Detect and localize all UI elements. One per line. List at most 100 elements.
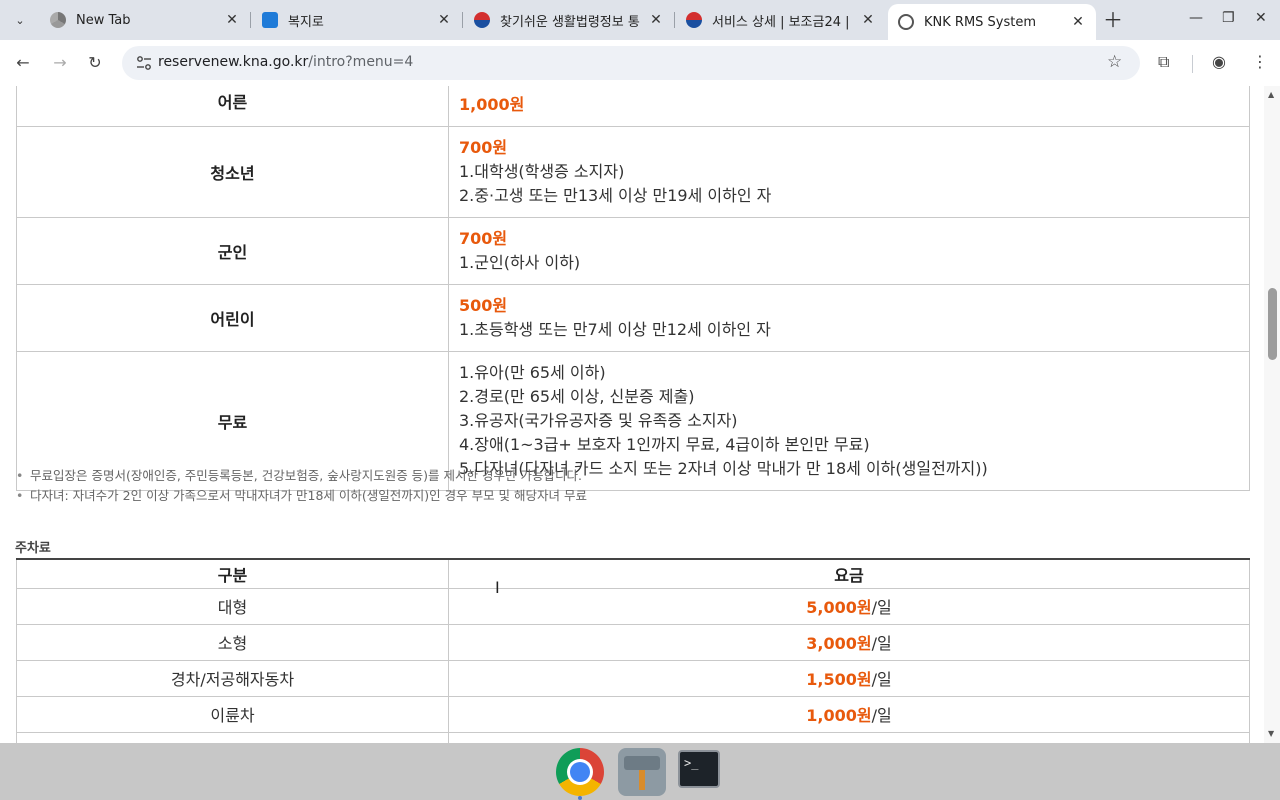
tab-divider: [462, 12, 463, 28]
table-row: 소형 3,000원/일: [16, 623, 1250, 661]
close-icon[interactable]: ✕: [860, 12, 876, 28]
price-text: 5,000원: [806, 598, 872, 617]
column-header: 구분: [16, 558, 449, 589]
page-scrollbar[interactable]: [1264, 86, 1280, 743]
window-close-icon[interactable]: ✕: [1255, 10, 1267, 26]
parking-price: [448, 731, 1250, 743]
tab-new-tab[interactable]: New Tab ✕: [40, 6, 250, 34]
back-icon[interactable]: ←: [13, 53, 33, 72]
running-indicator: [578, 796, 582, 800]
table-header-row: 구분 요금: [16, 558, 1250, 589]
eligibility-line: 3.유공자(국가유공자증 및 유족증 소지자): [459, 411, 738, 430]
admission-fee-table: 어른 1,000원 청소년 700원 1.대학생(학생증 소지자) 2.중·고생…: [16, 86, 1250, 491]
tab-knk-rms[interactable]: KNK RMS System ✕: [888, 4, 1096, 40]
globe-icon: [898, 14, 914, 30]
close-icon[interactable]: ✕: [224, 12, 240, 28]
fee-category: 어린이: [16, 284, 449, 352]
eligibility-line: 1.대학생(학생증 소지자): [459, 162, 625, 181]
note-item: 무료입장은 증명서(장애인증, 주민등록등본, 건강보험증, 숲사랑지도원증 등…: [16, 466, 587, 486]
price-text: 700원: [459, 229, 508, 248]
tab-divider: [250, 12, 251, 28]
scroll-down-icon[interactable]: ▼: [1268, 729, 1274, 738]
eligibility-line: 1.군인(하사 이하): [459, 253, 581, 272]
vehicle-type: 대형: [16, 587, 449, 625]
vehicle-type: 경차/저공해자동차: [16, 659, 449, 697]
fee-detail: 500원 1.초등학생 또는 만7세 이상 만12세 이하인 자: [448, 284, 1250, 352]
price-text: 1,500원: [806, 670, 872, 689]
fee-category: 청소년: [16, 126, 449, 218]
korea-gov-icon: [474, 12, 490, 28]
eligibility-line: 1.초등학생 또는 만7세 이상 만12세 이하인 자: [459, 320, 771, 339]
tab-bokjiro[interactable]: 복지로 ✕: [252, 6, 462, 34]
minimize-icon[interactable]: —: [1189, 10, 1203, 26]
maximize-icon[interactable]: ❐: [1222, 10, 1235, 26]
parking-price: 1,500원/일: [448, 659, 1250, 697]
eligibility-line: 1.유아(만 65세 이하): [459, 363, 606, 382]
terminal-app-icon[interactable]: >_: [678, 750, 720, 788]
vehicle-type: [16, 731, 449, 743]
scroll-up-icon[interactable]: ▲: [1268, 90, 1274, 99]
eligibility-line: 2.경로(만 65세 이상, 신분증 제출): [459, 387, 695, 406]
fee-detail: 700원 1.대학생(학생증 소지자) 2.중·고생 또는 만13세 이상 만1…: [448, 126, 1250, 218]
page-content: 어른 1,000원 청소년 700원 1.대학생(학생증 소지자) 2.중·고생…: [0, 86, 1264, 743]
price-text: 700원: [459, 138, 508, 157]
tools-app-icon[interactable]: [618, 748, 666, 796]
bokjiro-icon: [262, 12, 278, 28]
tab-search-button[interactable]: ⌄: [8, 8, 32, 32]
tab-strip: ⌄ New Tab ✕ 복지로 ✕ 찾기쉬운 생활법령정보 통 ✕ 서비스 상세…: [0, 0, 1280, 40]
note-item: 다자녀: 자녀수가 2인 이상 가족으로서 막내자녀가 만18세 이하(생일전까…: [16, 486, 587, 506]
table-row: [16, 731, 1250, 743]
table-row: 군인 700원 1.군인(하사 이하): [16, 217, 1250, 285]
forward-icon[interactable]: →: [50, 53, 70, 72]
tab-title: 찾기쉬운 생활법령정보 통: [500, 14, 640, 30]
close-icon[interactable]: ✕: [648, 12, 664, 28]
price-unit: /일: [871, 670, 892, 689]
parking-section-title: 주차료: [15, 541, 51, 556]
profile-icon[interactable]: ◉: [1212, 52, 1226, 71]
new-tab-button[interactable]: ＋: [1103, 10, 1123, 30]
parking-price: 5,000원/일: [448, 587, 1250, 625]
chrome-app-icon[interactable]: [556, 748, 604, 796]
toolbar-divider: [1192, 55, 1193, 73]
table-row: 청소년 700원 1.대학생(학생증 소지자) 2.중·고생 또는 만13세 이…: [16, 126, 1250, 218]
fee-notes: 무료입장은 증명서(장애인증, 주민등록등본, 건강보험증, 숲사랑지도원증 등…: [16, 466, 587, 506]
url-text[interactable]: reservenew.kna.go.kr/intro?menu=4: [158, 54, 413, 70]
site-settings-icon[interactable]: [136, 55, 152, 71]
vehicle-type: 소형: [16, 623, 449, 661]
hammer-icon: [624, 756, 660, 790]
tab-divider: [674, 12, 675, 28]
menu-icon[interactable]: ⋮: [1252, 52, 1268, 71]
bookmark-star-icon[interactable]: ☆: [1107, 52, 1122, 72]
price-text: 500원: [459, 296, 508, 315]
table-row: 이륜차 1,000원/일: [16, 695, 1250, 733]
price-unit: /일: [871, 706, 892, 725]
tab-law-info[interactable]: 찾기쉬운 생활법령정보 통 ✕: [464, 6, 674, 34]
eligibility-line: 2.중·고생 또는 만13세 이상 만19세 이하인 자: [459, 186, 772, 205]
tab-title: New Tab: [76, 12, 131, 28]
fee-detail: 1,000원: [448, 86, 1250, 127]
table-row: 어른 1,000원: [16, 86, 1250, 127]
chevron-down-icon: ⌄: [15, 13, 25, 27]
price-text: 1,000원: [459, 95, 525, 114]
parking-price: 3,000원/일: [448, 623, 1250, 661]
chrome-icon: [50, 12, 66, 28]
korea-gov-icon: [686, 12, 702, 28]
reload-icon[interactable]: ↻: [85, 53, 105, 72]
fee-category: 어른: [16, 86, 449, 127]
column-header: 요금: [448, 558, 1250, 589]
extensions-icon[interactable]: ⧉: [1158, 52, 1169, 72]
url-host: reservenew.kna.go.kr: [158, 54, 309, 70]
table-row: 어린이 500원 1.초등학생 또는 만7세 이상 만12세 이하인 자: [16, 284, 1250, 352]
price-text: 1,000원: [806, 706, 872, 725]
price-unit: /일: [871, 634, 892, 653]
url-path: /intro?menu=4: [308, 54, 414, 70]
close-icon[interactable]: ✕: [436, 12, 452, 28]
fee-category: 군인: [16, 217, 449, 285]
close-icon[interactable]: ✕: [1070, 14, 1086, 30]
scrollbar-thumb[interactable]: [1268, 288, 1277, 360]
taskbar: >_: [0, 743, 1280, 800]
price-unit: /일: [871, 598, 892, 617]
tab-title: 서비스 상세 | 보조금24 |: [712, 14, 850, 30]
tab-gov24[interactable]: 서비스 상세 | 보조금24 | ✕: [676, 6, 886, 34]
text-cursor-icon: Ι: [495, 578, 500, 597]
